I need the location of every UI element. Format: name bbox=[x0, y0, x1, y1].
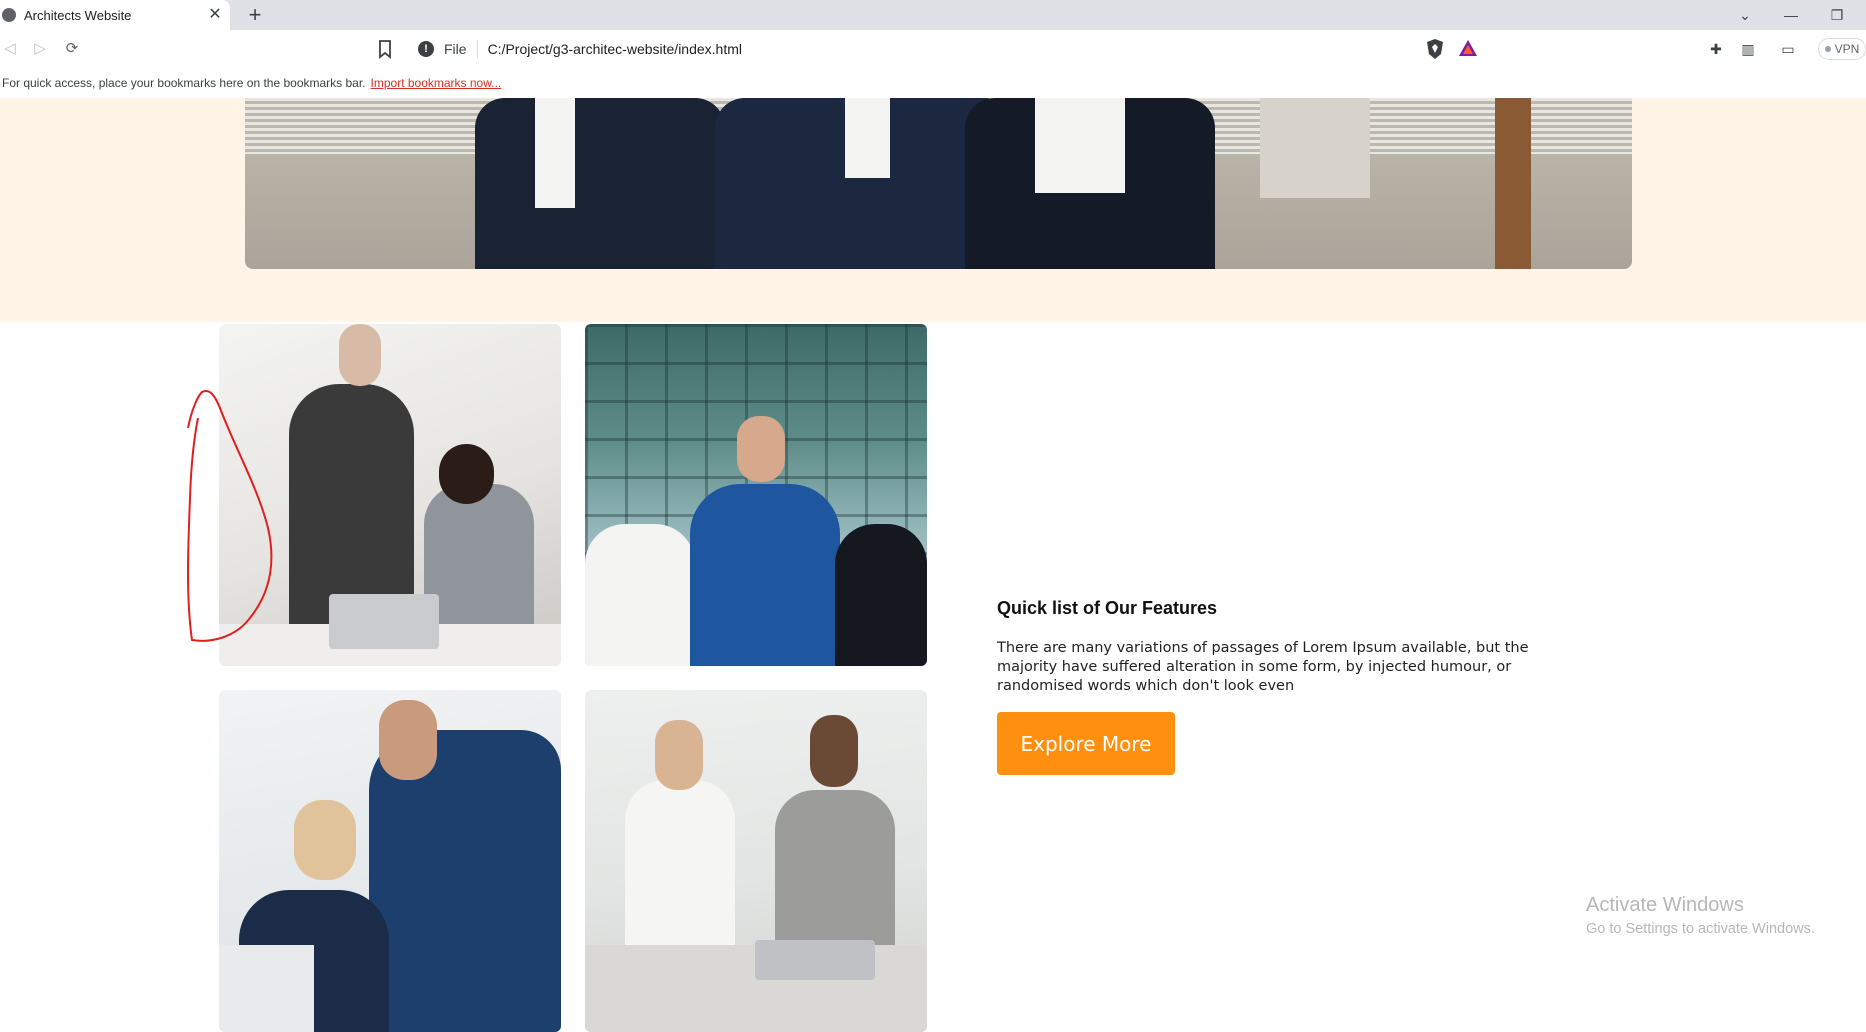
tab-title: Architects Website bbox=[24, 7, 132, 23]
address-url[interactable]: C:/Project/g3-architec-website/index.htm… bbox=[488, 41, 742, 57]
team-outside-building-photo bbox=[585, 324, 927, 666]
activate-windows-title: Activate Windows bbox=[1586, 894, 1744, 916]
brave-rewards-icon[interactable] bbox=[1458, 38, 1478, 58]
tab-strip: Architects Website ✕ + ⌄ — ❐ bbox=[0, 0, 1866, 30]
address-divider bbox=[476, 40, 478, 58]
coworkers-at-laptop-photo bbox=[219, 690, 561, 1032]
features-heading: Quick list of Our Features bbox=[997, 598, 1218, 618]
wallet-icon[interactable]: ▭ bbox=[1778, 39, 1798, 59]
new-tab-button[interactable]: + bbox=[243, 3, 267, 27]
office-meeting-photo bbox=[219, 324, 561, 666]
extensions-icon[interactable]: ✚ bbox=[1706, 39, 1726, 59]
minimize-button[interactable]: — bbox=[1768, 0, 1814, 30]
tab-architects-website[interactable]: Architects Website ✕ bbox=[0, 0, 230, 30]
sidebar-icon[interactable]: ▥ bbox=[1738, 39, 1758, 59]
brave-shield-icon[interactable] bbox=[1425, 38, 1445, 60]
vpn-status-icon bbox=[1824, 46, 1831, 52]
tab-search-chevron-icon[interactable]: ⌄ bbox=[1722, 0, 1768, 30]
import-bookmarks-link[interactable]: Import bookmarks now... bbox=[371, 76, 502, 90]
close-tab-icon[interactable]: ✕ bbox=[206, 6, 224, 24]
browser-toolbar: ◁ ▷ ⟳ ! File C:/Project/g3-architec-webs… bbox=[0, 30, 1866, 68]
hero-team-photo bbox=[245, 98, 1632, 269]
handshake-office-photo bbox=[585, 690, 927, 1032]
activate-windows-subtitle: Go to Settings to activate Windows. bbox=[1586, 921, 1815, 937]
forward-button[interactable]: ▷ bbox=[30, 39, 50, 59]
bookmarks-bar: For quick access, place your bookmarks h… bbox=[0, 68, 1866, 98]
features-description: There are many variations of passages of… bbox=[997, 640, 1529, 694]
bookmark-icon[interactable] bbox=[376, 39, 394, 59]
site-info-icon[interactable]: ! bbox=[418, 41, 434, 57]
reload-button[interactable]: ⟳ bbox=[62, 39, 82, 59]
page-viewport: Quick list of Our Features There are man… bbox=[0, 98, 1866, 1032]
vpn-label: VPN bbox=[1834, 42, 1860, 56]
activate-windows-watermark: Activate Windows Go to Settings to activ… bbox=[1586, 894, 1815, 937]
back-button[interactable]: ◁ bbox=[0, 39, 20, 59]
globe-icon bbox=[2, 8, 16, 22]
address-bar[interactable]: ! File C:/Project/g3-architec-website/in… bbox=[404, 34, 1484, 64]
explore-more-button[interactable]: Explore More bbox=[997, 712, 1175, 775]
bookmarks-bar-message: For quick access, place your bookmarks h… bbox=[2, 76, 366, 90]
vpn-button[interactable]: VPN bbox=[1818, 38, 1866, 60]
address-scheme: File bbox=[444, 41, 467, 57]
restore-button[interactable]: ❐ bbox=[1814, 0, 1860, 30]
